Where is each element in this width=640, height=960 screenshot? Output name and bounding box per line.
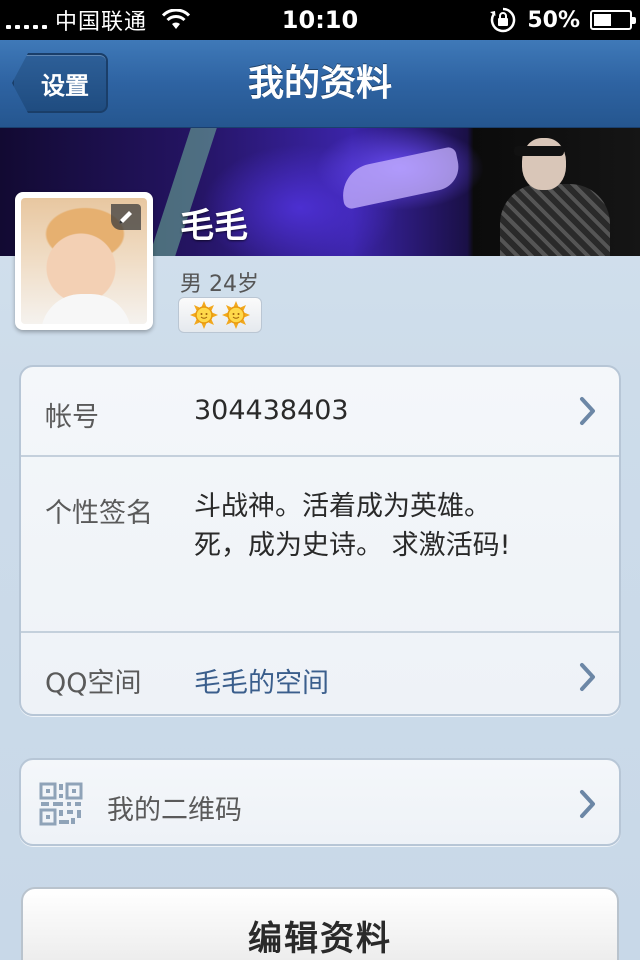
- account-value: 304438403: [194, 395, 349, 426]
- rotation-lock-icon: [490, 7, 516, 33]
- profile-age: 24岁: [209, 272, 260, 297]
- cover-person-image: [500, 138, 610, 256]
- cover-hand-shape: [337, 145, 463, 211]
- profile-info-group: 帐号 304438403 个性签名 斗战神。活着成为英雄。死，成为史诗。 求激活…: [19, 365, 621, 716]
- carrier-name: 中国联通: [55, 10, 148, 35]
- avatar[interactable]: [15, 192, 153, 330]
- signature-label: 个性签名: [45, 498, 153, 529]
- level-badge[interactable]: [178, 297, 262, 333]
- qr-code-label: 我的二维码: [107, 795, 242, 826]
- edit-profile-button[interactable]: 编辑资料: [21, 887, 619, 960]
- qr-code-icon: [39, 782, 83, 826]
- signal-strength-icon: [6, 17, 47, 29]
- qzone-row[interactable]: QQ空间 毛毛的空间: [21, 631, 619, 714]
- battery-fill: [594, 14, 611, 26]
- sun-icon: [222, 301, 250, 329]
- status-left: 中国联通: [6, 0, 191, 40]
- battery-icon: [590, 10, 636, 30]
- battery-percent: 50%: [527, 7, 580, 33]
- qzone-label: QQ空间: [45, 668, 142, 699]
- edit-avatar-button[interactable]: [111, 204, 141, 230]
- chevron-right-icon: [580, 663, 595, 691]
- profile-name: 毛毛: [180, 206, 248, 246]
- signature-row[interactable]: 个性签名 斗战神。活着成为英雄。死，成为史诗。 求激活码!: [21, 455, 619, 631]
- qr-code-row[interactable]: 我的二维码: [19, 758, 621, 846]
- signature-value: 斗战神。活着成为英雄。死，成为史诗。 求激活码!: [194, 491, 511, 561]
- account-row[interactable]: 帐号 304438403: [21, 367, 619, 455]
- pencil-icon: [119, 211, 132, 224]
- qzone-link[interactable]: 毛毛的空间: [194, 661, 329, 700]
- wifi-icon: [161, 9, 191, 29]
- profile-gender: 男: [180, 272, 203, 297]
- avatar-image: [21, 198, 147, 324]
- status-bar: 中国联通 10:10 50%: [0, 0, 640, 40]
- profile-gender-age: 男 24岁: [180, 266, 259, 298]
- status-right: 50%: [489, 0, 636, 40]
- navigation-bar: 设置 我的资料: [0, 40, 640, 128]
- chevron-right-icon: [580, 397, 595, 425]
- chevron-right-icon: [580, 790, 595, 818]
- back-button[interactable]: 设置: [12, 53, 108, 113]
- sun-icon: [190, 301, 218, 329]
- account-label: 帐号: [45, 402, 99, 433]
